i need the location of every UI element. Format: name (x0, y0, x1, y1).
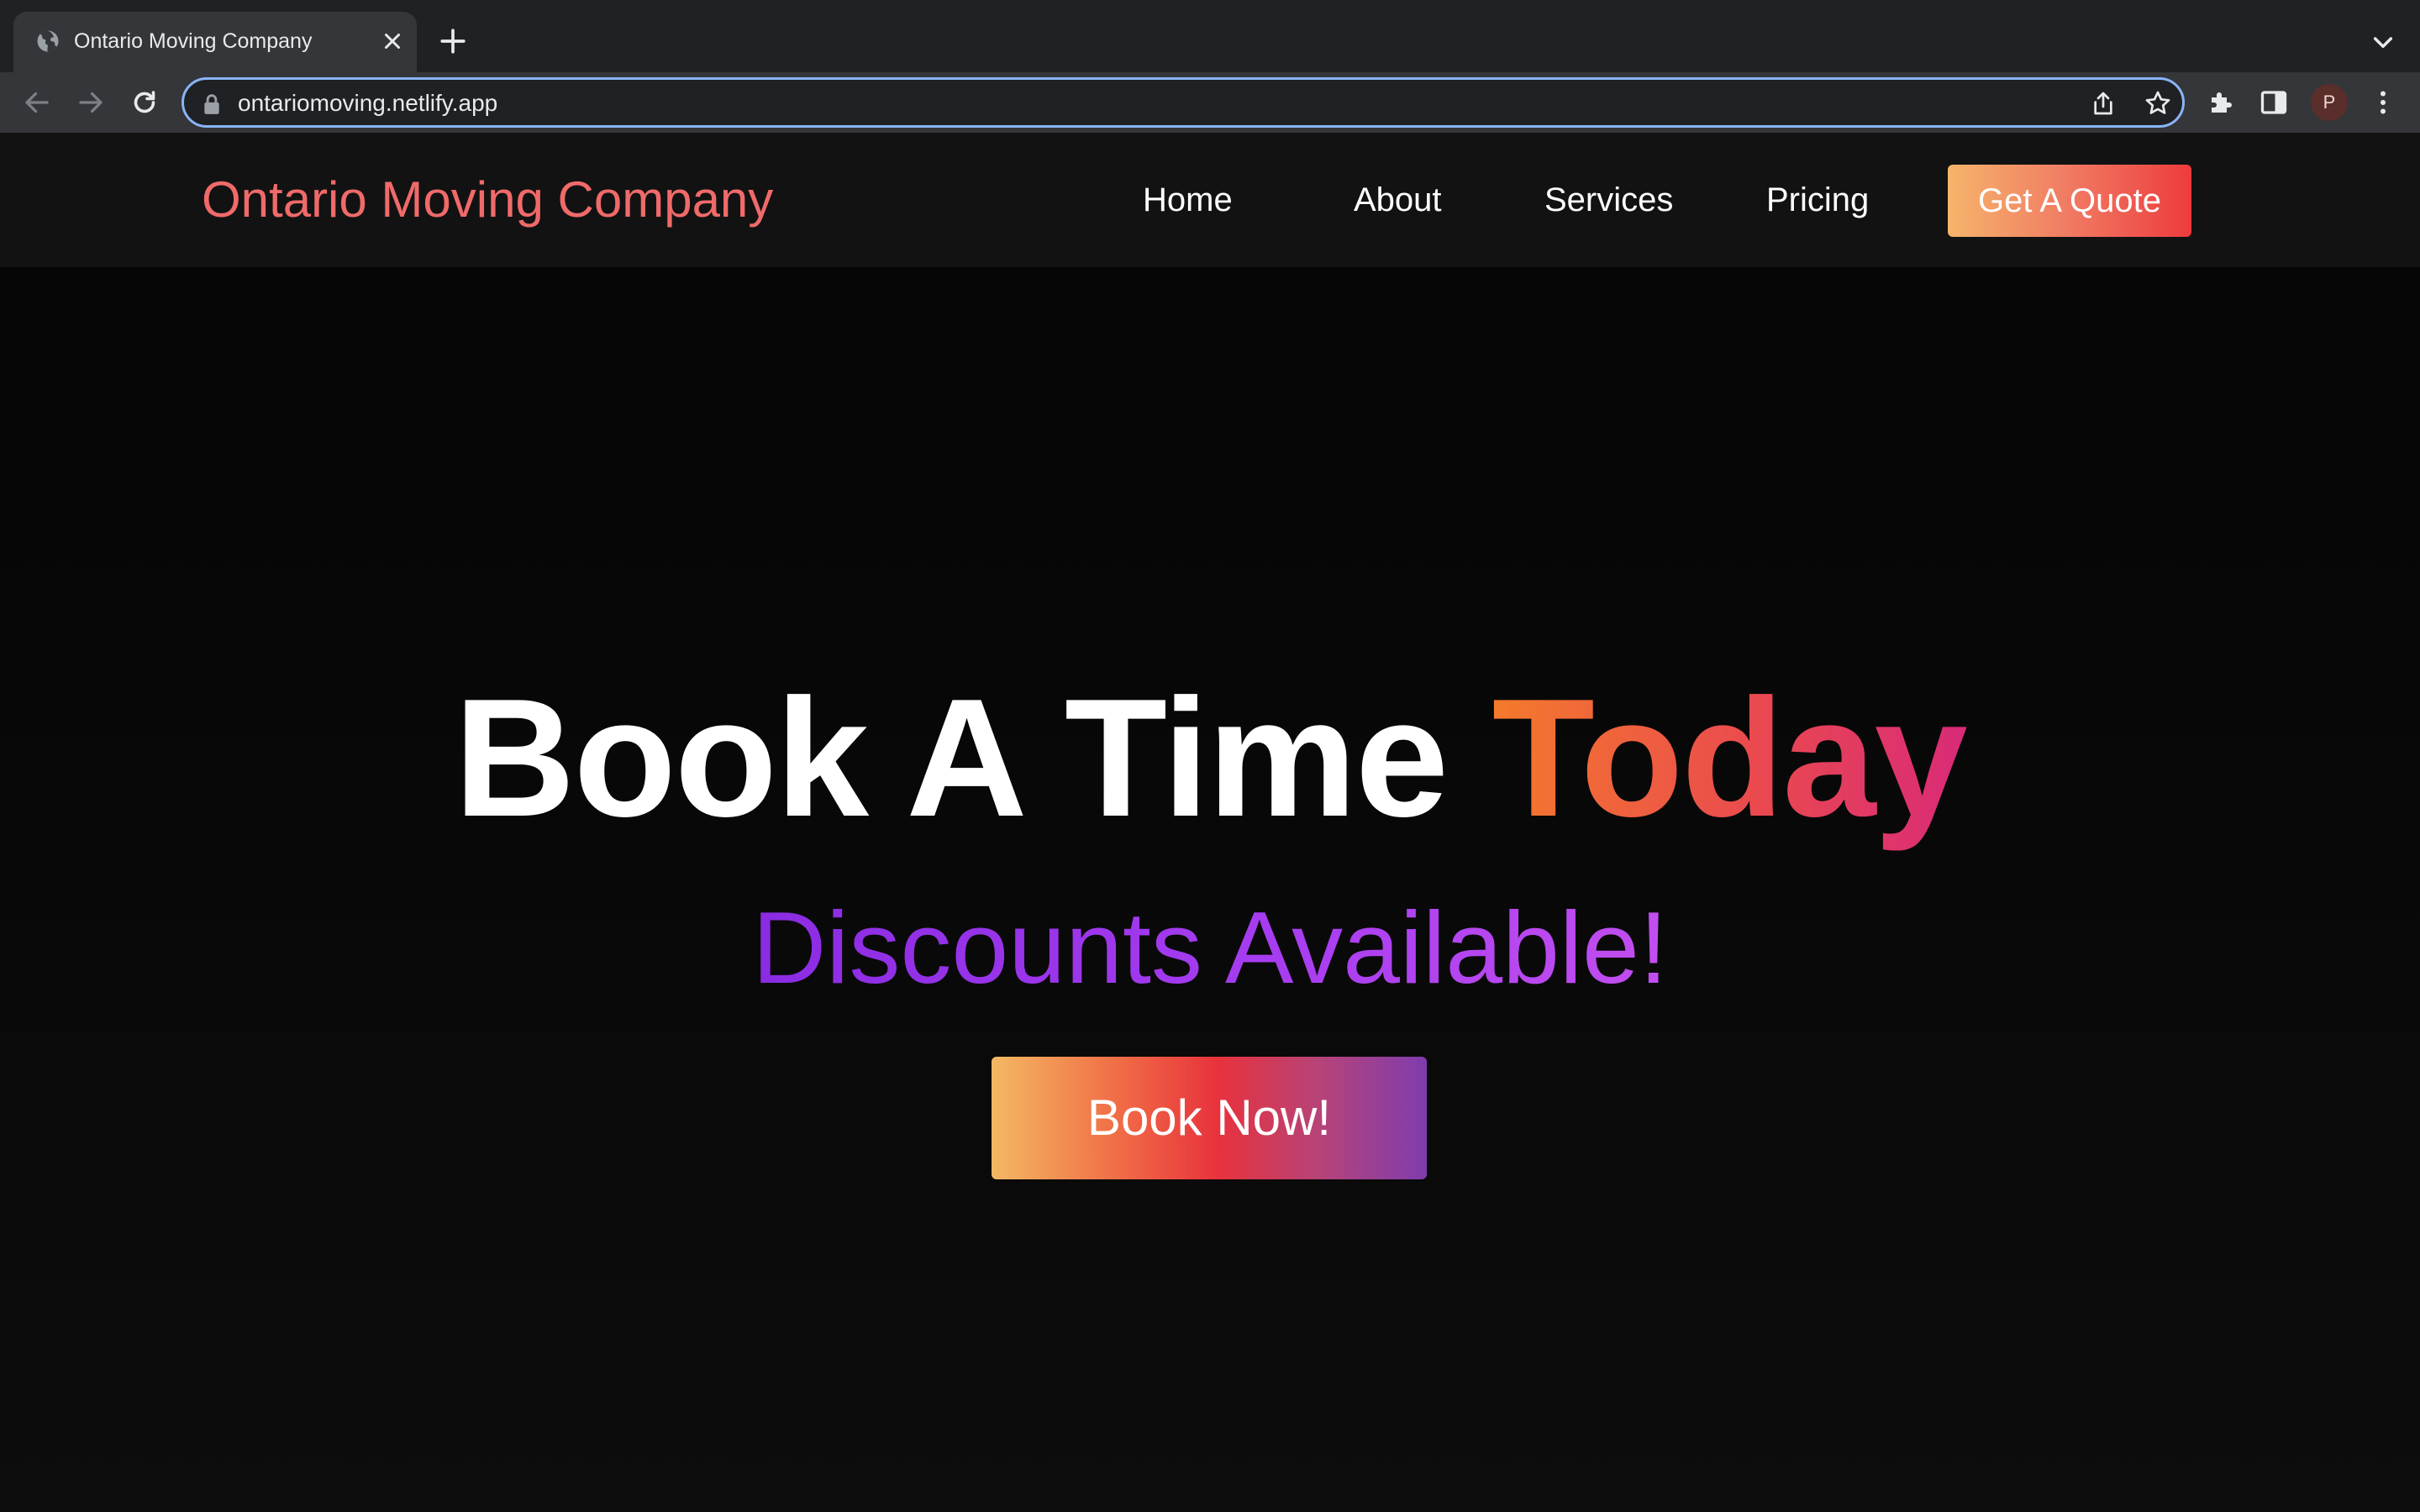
close-icon[interactable] (380, 29, 405, 54)
get-a-quote-button[interactable]: Get A Quote (1948, 165, 2191, 237)
nav-about-link[interactable]: About (1354, 180, 1442, 220)
bookmark-star-icon[interactable] (2144, 89, 2172, 118)
side-panel-icon[interactable] (2259, 87, 2289, 118)
hero-title-main: Book A Time (454, 664, 1449, 852)
browser-tabstrip: Ontario Moving Company (0, 0, 2420, 72)
browser-toolbar: ontariomoving.netlify.app P (0, 72, 2420, 133)
hero-subtitle: Discounts Available! (0, 889, 2420, 1006)
nav-pricing-link[interactable]: Pricing (1766, 180, 1869, 220)
hero-title: Book A Time Today (0, 662, 2420, 855)
more-menu-icon[interactable] (2368, 87, 2398, 118)
url-text[interactable]: ontariomoving.netlify.app (238, 89, 497, 118)
reload-icon[interactable] (129, 87, 160, 118)
hero-subtitle-text: Discounts Available! (752, 890, 1668, 1005)
new-tab-plus-icon[interactable] (439, 27, 467, 55)
browser-tab[interactable]: Ontario Moving Company (13, 12, 417, 72)
back-arrow-icon[interactable] (22, 87, 52, 118)
address-bar[interactable]: ontariomoving.netlify.app (182, 77, 2185, 128)
page-viewport: Ontario Moving Company Home About Servic… (0, 133, 2420, 1512)
chevron-down-icon[interactable] (2370, 29, 2396, 55)
globe-icon (37, 30, 59, 52)
extensions-puzzle-icon[interactable] (2207, 87, 2237, 118)
nav-home-link[interactable]: Home (1143, 180, 1233, 220)
share-icon[interactable] (2090, 90, 2117, 117)
nav-services-link[interactable]: Services (1544, 180, 1673, 220)
book-now-button[interactable]: Book Now! (992, 1057, 1427, 1179)
hero-title-accent: Today (1491, 664, 1968, 852)
forward-arrow-icon[interactable] (76, 87, 106, 118)
tab-title: Ontario Moving Company (74, 29, 313, 53)
site-navbar: Ontario Moving Company Home About Servic… (0, 133, 2420, 267)
lock-icon[interactable] (203, 93, 221, 115)
profile-avatar[interactable]: P (2311, 84, 2348, 121)
site-logo[interactable]: Ontario Moving Company (202, 173, 773, 227)
